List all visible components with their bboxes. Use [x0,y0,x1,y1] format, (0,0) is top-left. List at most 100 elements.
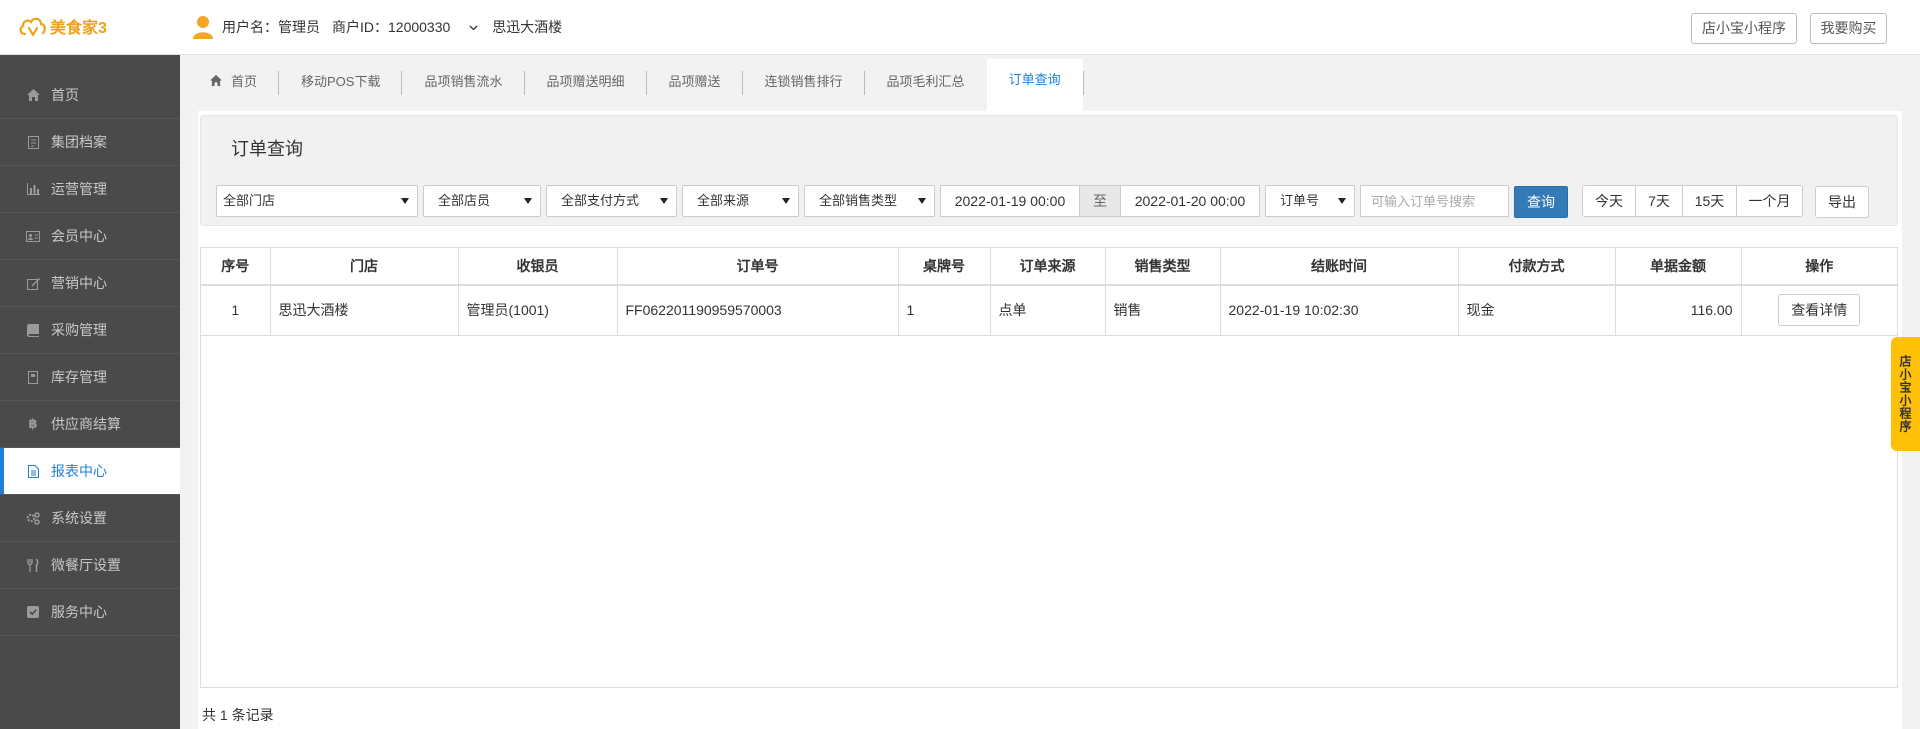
report-icon [26,464,40,478]
cell-index: 1 [201,285,271,336]
sidebar-item-label: 供应商结算 [51,416,121,432]
bar-chart-icon [26,182,40,196]
col-header-payment: 付款方式 [1458,248,1616,286]
payment-select-value: 全部支付方式 [561,193,640,208]
range-one-month-button[interactable]: 一个月 [1736,185,1803,217]
col-header-amount: 单据金额 [1615,248,1742,286]
sidebar-item-supplier-settlement[interactable]: ฿ 供应商结算 [0,401,180,448]
sidebar-item-report-center[interactable]: 报表中心 [0,448,180,495]
export-button[interactable]: 导出 [1815,186,1869,218]
sidebar-item-label: 微餐厅设置 [51,557,121,573]
tab-item-gift-detail[interactable]: 品项赠送明细 [525,64,647,97]
tab-home[interactable]: 首页 [196,64,280,97]
sidebar-item-label: 营销中心 [51,275,107,291]
caret-down-icon [524,198,532,204]
sidebar: 首页 集团档案 运营管理 会员中心 营销中心 采购管理 库存管理 ฿ 供应商结算 [0,55,180,729]
sidebar-item-micro-restaurant[interactable]: 微餐厅设置 [0,542,180,589]
sidebar-item-label: 报表中心 [51,463,107,479]
mini-program-button[interactable]: 店小宝小程序 [1691,13,1797,44]
order-search-input[interactable] [1360,185,1509,217]
range-15days-button[interactable]: 15天 [1682,185,1737,217]
merchant-id-dropdown[interactable]: 商户ID：12000330 [332,17,478,37]
cell-amount: 116.00 [1615,285,1742,336]
tab-mobile-pos-download[interactable]: 移动POS下载 [279,64,403,97]
date-start-input[interactable]: 2022-01-19 00:00 [940,185,1080,217]
cell-action: 查看详情 [1741,285,1897,336]
sidebar-item-inventory[interactable]: 库存管理 [0,354,180,401]
tab-bar: 首页 移动POS下载 品项销售流水 品项赠送明细 品项赠送 连锁销售排行 品项毛… [196,59,1084,111]
store-select[interactable]: 全部门店 [216,185,418,217]
tab-divider [1082,71,1084,95]
cashier-select[interactable]: 全部店员 [423,185,541,217]
sale-type-select[interactable]: 全部销售类型 [804,185,935,217]
cutlery-icon [26,558,40,572]
tab-label: 品项赠送明细 [546,74,625,89]
query-box: 订单查询 全部门店 全部店员 全部支付方式 全部来源 全部销售类型 2022-0… [200,115,1898,226]
date-range-buttons: 今天 7天 15天 一个月 [1582,185,1803,217]
source-select[interactable]: 全部来源 [682,185,799,217]
payment-select[interactable]: 全部支付方式 [546,185,677,217]
table-row[interactable]: 1 思迅大酒楼 管理员(1001) FF062201190959570003 1… [201,285,1897,336]
home-icon [210,75,222,86]
tab-label: 首页 [231,74,258,89]
query-button[interactable]: 查询 [1514,186,1568,218]
col-header-checkout-time: 结账时间 [1220,248,1459,286]
tab-item-gross-profit[interactable]: 品项毛利汇总 [865,64,987,97]
orders-table: 序号 门店 收银员 订单号 桌牌号 订单来源 销售类型 结账时间 付款方式 单据… [201,248,1897,336]
date-end-input[interactable]: 2022-01-20 00:00 [1120,185,1260,217]
cloud-icon [19,17,46,37]
range-7days-button[interactable]: 7天 [1635,185,1683,217]
caret-down-icon [782,198,790,204]
sidebar-item-purchasing[interactable]: 采购管理 [0,307,180,354]
cell-source: 点单 [990,285,1106,336]
user-info: 用户名：管理员 商户ID：12000330 思迅大酒楼 [192,15,574,39]
merchant-id-text: 商户ID：12000330 [332,19,451,35]
orders-table-wrapper: 序号 门店 收银员 订单号 桌牌号 订单来源 销售类型 结账时间 付款方式 单据… [200,247,1898,688]
col-header-store: 门店 [270,248,459,286]
record-count: 共 1 条记录 [202,707,274,723]
sidebar-item-label: 会员中心 [51,228,107,244]
sidebar-item-label: 采购管理 [51,322,107,338]
tab-label: 品项赠送 [668,74,721,89]
mini-program-float-tab[interactable]: 店小宝小程序 [1891,337,1920,451]
sidebar-item-label: 运营管理 [51,181,107,197]
tab-label: 订单查询 [1008,71,1061,87]
tab-order-query[interactable]: 订单查询 [986,59,1083,111]
tab-label: 品项销售流水 [424,74,503,89]
col-header-action: 操作 [1741,248,1897,286]
logo-text: 美食家3 [50,20,107,37]
date-range-separator: 至 [1079,185,1121,217]
store-select-value: 全部门店 [223,193,276,208]
main-panel: 订单查询 全部门店 全部店员 全部支付方式 全部来源 全部销售类型 2022-0… [198,111,1902,729]
sidebar-item-service-center[interactable]: 服务中心 [0,589,180,636]
range-today-button[interactable]: 今天 [1582,185,1636,217]
cell-cashier: 管理员(1001) [458,285,618,336]
sidebar-item-system-settings[interactable]: 系统设置 [0,495,180,542]
sidebar-item-group-archive[interactable]: 集团档案 [0,119,180,166]
col-header-sale-type: 销售类型 [1105,248,1221,286]
cell-table-no: 1 [898,285,991,336]
cell-order-no: FF062201190959570003 [617,285,899,336]
sidebar-item-marketing[interactable]: 营销中心 [0,260,180,307]
sidebar-item-label: 集团档案 [51,134,107,150]
cell-sale-type: 销售 [1105,285,1221,336]
cashier-select-value: 全部店员 [438,193,491,208]
tab-item-gift[interactable]: 品项赠送 [647,64,743,97]
tab-chain-sales-ranking[interactable]: 连锁销售排行 [743,64,865,97]
user-avatar-icon [193,16,213,39]
book-icon [26,323,40,337]
shop-name: 思迅大酒楼 [492,19,563,35]
tab-label: 移动POS下载 [301,74,381,89]
tab-label: 品项毛利汇总 [886,74,965,89]
id-card-icon [26,229,40,243]
sidebar-item-operations[interactable]: 运营管理 [0,166,180,213]
buy-button[interactable]: 我要购买 [1810,13,1887,44]
app-logo[interactable]: 美食家3 [18,14,107,38]
tab-item-sales-flow[interactable]: 品项销售流水 [402,64,525,97]
sidebar-item-members[interactable]: 会员中心 [0,213,180,260]
sidebar-item-home[interactable]: 首页 [0,72,180,119]
chevron-down-icon [469,25,478,31]
order-field-select[interactable]: 订单号 [1265,185,1355,217]
check-square-icon [26,605,40,619]
view-detail-button[interactable]: 查看详情 [1778,294,1861,327]
